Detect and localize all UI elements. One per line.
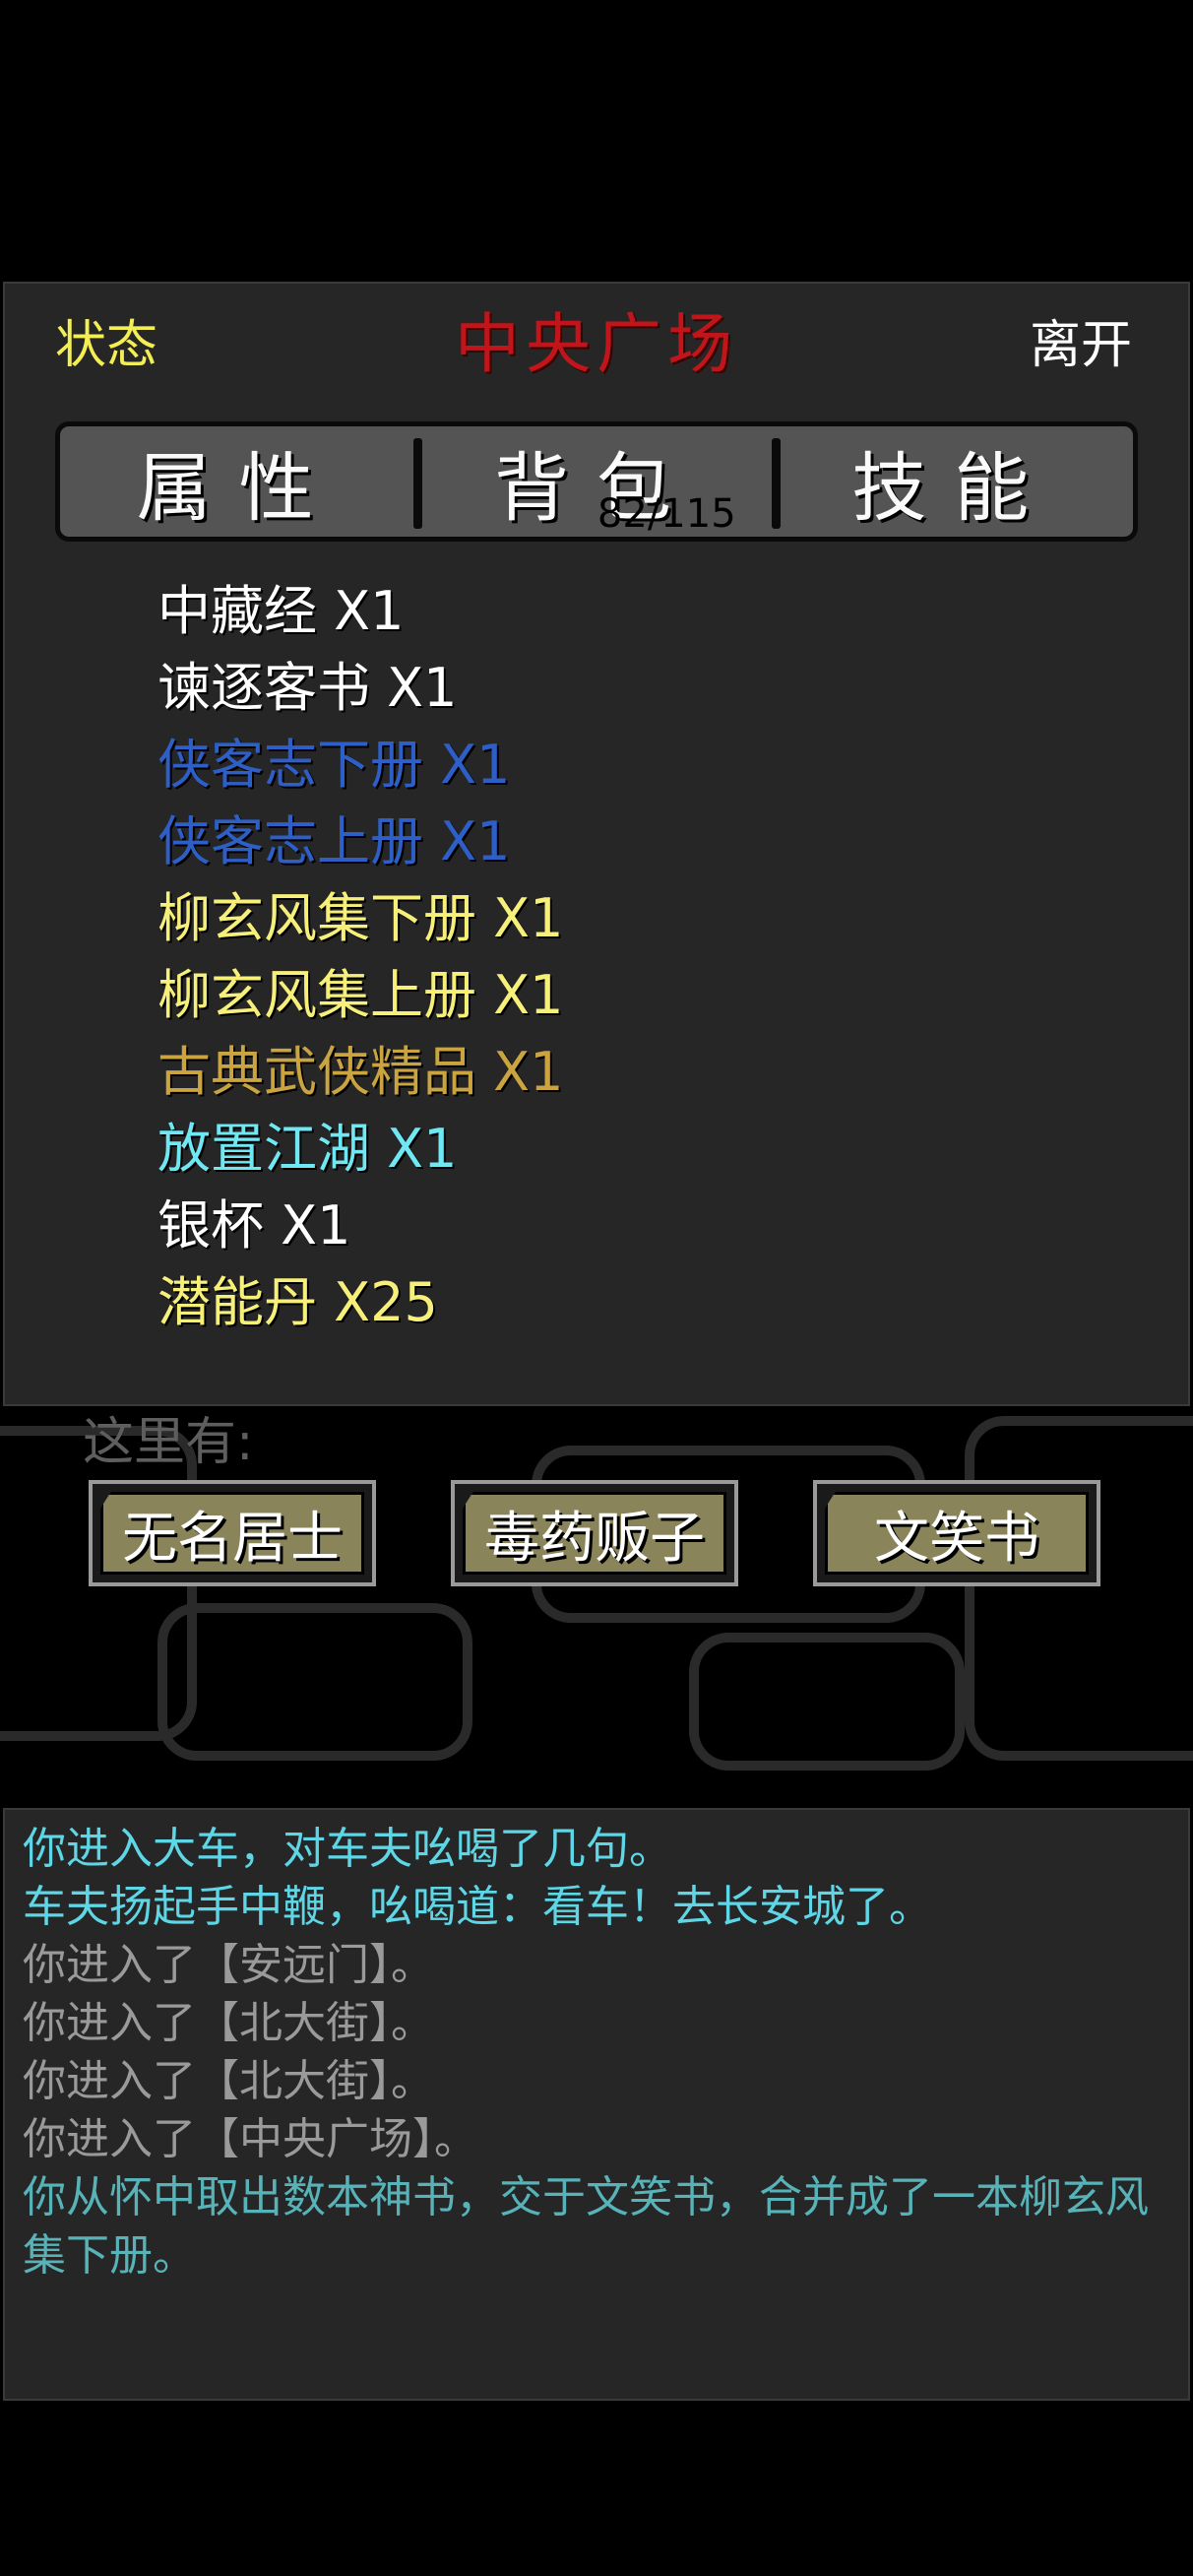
- tab-bar: 属性 背包 82/115 技能: [55, 421, 1138, 542]
- inventory-item[interactable]: 银杯 X1: [126, 1191, 411, 1260]
- message-log[interactable]: 你进入大车，对车夫吆喝了几句。 车夫扬起手中鞭，吆喝道：看车！去长安城了。 你进…: [3, 1808, 1190, 2401]
- backpack-count: 82/115: [596, 491, 736, 537]
- log-line: 你进入了【北大街】。: [23, 2056, 434, 2106]
- log-line: 你进入了【安远门】。: [23, 1940, 434, 1990]
- item-name: 柳玄风集下册 X1: [157, 887, 564, 949]
- inventory-item[interactable]: 中藏经 X1: [126, 577, 405, 646]
- inventory-item[interactable]: 放置江湖 X1: [126, 1115, 458, 1184]
- tab-skills[interactable]: 技能: [771, 426, 1133, 537]
- inventory-item[interactable]: 谏逐客书 X1: [126, 654, 458, 723]
- log-line: 你从怀中取出数本神书，交于文笑书，合并成了一本柳玄风集下册。: [23, 2172, 1149, 2281]
- leave-button[interactable]: 离开: [1030, 303, 1132, 377]
- npc-name: 无名居士: [100, 1492, 364, 1575]
- npc-button[interactable]: 文笑书: [813, 1480, 1100, 1586]
- item-name: 中藏经 X1: [157, 580, 405, 642]
- log-line: 车夫扬起手中鞭，吆喝道：看车！去长安城了。: [23, 1882, 932, 1932]
- inventory-list[interactable]: 中藏经 X1 谏逐客书 X1 侠客志下册 X1 侠客志上册 X1 柳玄风集下册 …: [0, 577, 1193, 1365]
- tab-attributes[interactable]: 属性: [60, 426, 417, 537]
- tab-label: 技能: [851, 444, 1057, 532]
- tab-backpack[interactable]: 背包 82/115: [413, 426, 775, 537]
- location-title: 中央广场: [455, 306, 738, 382]
- inventory-item[interactable]: 古典武侠精品 X1: [126, 1038, 564, 1107]
- item-name: 放置江湖 X1: [157, 1118, 458, 1180]
- inventory-item[interactable]: 潜能丹 X25: [126, 1268, 451, 1337]
- inventory-item[interactable]: 柳玄风集上册 X1: [126, 961, 564, 1030]
- tab-label: 属性: [136, 444, 342, 532]
- item-name: 柳玄风集上册 X1: [157, 964, 564, 1026]
- item-name: 谏逐客书 X1: [157, 657, 458, 719]
- item-name: 银杯 X1: [157, 1194, 351, 1256]
- item-name: 古典武侠精品 X1: [157, 1041, 564, 1103]
- here-label: 这里有:: [83, 1413, 254, 1472]
- item-name: 潜能丹 X25: [157, 1271, 438, 1333]
- npc-button[interactable]: 毒药贩子: [451, 1480, 738, 1586]
- item-name: 侠客志下册 X1: [157, 734, 511, 796]
- log-line: 你进入了【中央广场】。: [23, 2114, 477, 2164]
- log-line: 你进入了【北大街】。: [23, 1998, 434, 2048]
- inventory-item[interactable]: 侠客志下册 X1: [126, 731, 511, 800]
- inventory-item[interactable]: 柳玄风集下册 X1: [126, 884, 564, 953]
- npc-button[interactable]: 无名居士: [89, 1480, 376, 1586]
- item-name: 侠客志上册 X1: [157, 810, 511, 872]
- npc-name: 文笑书: [825, 1492, 1089, 1575]
- npc-name: 毒药贩子: [463, 1492, 726, 1575]
- log-line: 你进入大车，对车夫吆喝了几句。: [23, 1824, 672, 1874]
- inventory-item[interactable]: 侠客志上册 X1: [126, 807, 511, 876]
